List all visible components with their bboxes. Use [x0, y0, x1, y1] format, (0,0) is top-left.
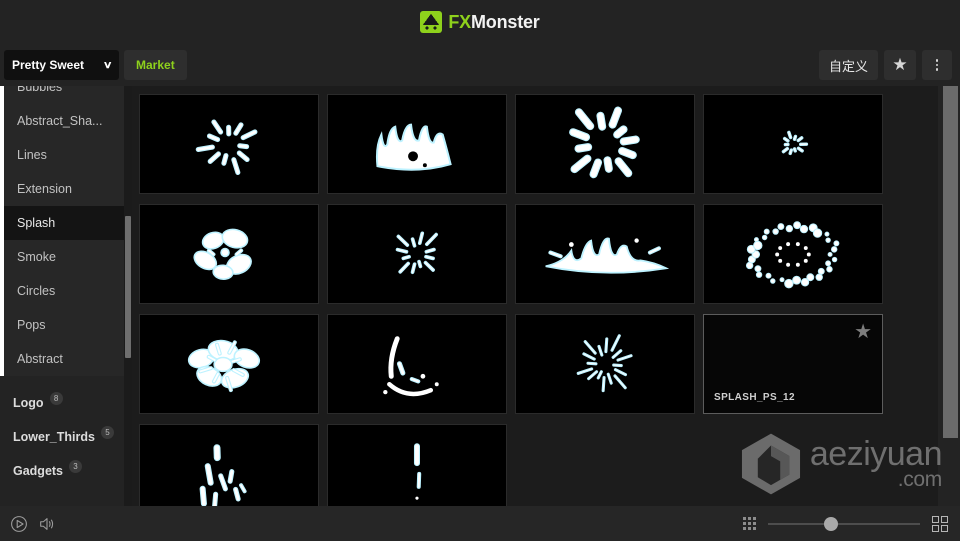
sidebar-subitem-label: Circles: [17, 284, 56, 298]
effect-tile[interactable]: ★ SPLASH_PS_12: [703, 314, 883, 414]
grid-large-icon[interactable]: [932, 515, 948, 532]
sidebar-subitem-label: Abstract_Sha...: [17, 114, 103, 128]
grid-dot: [753, 527, 756, 530]
app-logo: FXMonster: [420, 11, 540, 33]
effect-tile[interactable]: [703, 94, 883, 194]
playback-controls: [0, 515, 56, 533]
effect-tile[interactable]: [327, 424, 507, 506]
market-label: Market: [136, 58, 175, 72]
sidebar-scrollbar-thumb[interactable]: [125, 216, 131, 358]
sidebar: Bubbles Abstract_Sha... Lines Extension Spla…: [0, 86, 132, 506]
grid-dot: [743, 522, 746, 525]
grid-dot: [748, 517, 751, 520]
sidebar-item-gadgets[interactable]: Gadgets 3: [0, 454, 124, 488]
grid-dot: [743, 517, 746, 520]
customize-button[interactable]: 自定义: [818, 50, 878, 80]
title-bar: FXMonster: [0, 0, 960, 44]
thumbnail-size-slider[interactable]: [768, 516, 920, 531]
grid-dot: [748, 522, 751, 525]
sidebar-subitem-extension[interactable]: Extension: [4, 172, 124, 206]
effect-tile[interactable]: [515, 314, 695, 414]
grid-small-icon[interactable]: [743, 517, 756, 530]
grid-cell: [941, 515, 948, 523]
sidebar-scrollbar[interactable]: [124, 86, 132, 506]
sidebar-subitem-lines[interactable]: Lines: [4, 138, 124, 172]
effect-tile[interactable]: [327, 314, 507, 414]
sidebar-item-label: Lower_Thirds: [13, 430, 95, 444]
more-vertical-icon: [935, 59, 939, 62]
customize-label: 自定义: [828, 58, 868, 74]
preset-dropdown[interactable]: Pretty Sweet ∨: [4, 50, 119, 80]
grid-cell: [932, 524, 939, 532]
sidebar-subitem-label: Lines: [17, 148, 47, 162]
sidebar-item-count-badge: 5: [100, 425, 114, 439]
effect-tile[interactable]: [327, 204, 507, 304]
more-vertical-icon: [935, 68, 939, 71]
sidebar-subitem-label: Bubbles: [17, 86, 63, 94]
bottom-bar: [0, 506, 960, 541]
grid-cell: [941, 524, 948, 532]
sidebar-subitem-label: Extension: [17, 182, 72, 196]
brand-monster: Monster: [471, 12, 540, 32]
chevron-down-icon: ∨: [102, 59, 113, 71]
main-scrollbar[interactable]: [938, 86, 960, 506]
grid-cell: [932, 515, 939, 523]
sidebar-subitem-label: Splash: [17, 216, 56, 230]
tile-favorite-star-icon[interactable]: ★: [854, 322, 872, 342]
sidebar-subcategory-group: Bubbles Abstract_Sha... Lines Extension Spla…: [0, 86, 124, 376]
effect-tile[interactable]: [515, 94, 695, 194]
app-title: FXMonster: [448, 13, 539, 31]
sidebar-item-count-badge: 8: [49, 391, 63, 405]
slider-thumb[interactable]: [824, 516, 838, 531]
main-scrollbar-thumb[interactable]: [943, 86, 958, 438]
effects-grid: ★ SPLASH_PS_12: [139, 94, 883, 506]
effect-tile[interactable]: [703, 204, 883, 304]
sidebar-subitem-circles[interactable]: Circles: [4, 274, 124, 308]
sidebar-category-group: Logo 8 Lower_Thirds 5 Gadgets 3: [0, 386, 124, 488]
more-vertical-icon: [935, 63, 939, 67]
monster-m-logo-icon: [420, 11, 443, 33]
grid-dot: [753, 522, 756, 525]
slider-track: [768, 522, 920, 525]
sidebar-subitem-abstract[interactable]: Abstract: [4, 342, 124, 376]
sidebar-item-label: Logo: [13, 396, 44, 410]
sidebar-item-logo[interactable]: Logo 8: [0, 386, 124, 420]
effect-tile[interactable]: [139, 204, 319, 304]
effect-tile[interactable]: [327, 94, 507, 194]
sidebar-subitem-pops[interactable]: Pops: [4, 308, 124, 342]
brand-fx: FX: [448, 12, 471, 32]
sidebar-subitem-label: Smoke: [17, 250, 56, 264]
preset-label: Pretty Sweet: [12, 58, 85, 72]
more-menu-button[interactable]: [922, 50, 952, 80]
effect-tile[interactable]: [139, 94, 319, 194]
effect-tile[interactable]: [515, 204, 695, 304]
favorites-button[interactable]: ★: [884, 50, 916, 80]
effect-tile[interactable]: [139, 314, 319, 414]
sidebar-subitem-abstract-sha[interactable]: Abstract_Sha...: [4, 104, 124, 138]
grid-dot: [743, 527, 746, 530]
play-circle-icon[interactable]: [10, 515, 28, 533]
effect-tile-label: SPLASH_PS_12: [714, 392, 795, 403]
grid-dot: [748, 527, 751, 530]
sidebar-subitem-bubbles[interactable]: Bubbles: [4, 86, 124, 104]
sidebar-item-count-badge: 3: [69, 459, 83, 473]
sidebar-subitem-smoke[interactable]: Smoke: [4, 240, 124, 274]
sidebar-subitem-splash[interactable]: Splash: [4, 206, 124, 240]
sidebar-subitem-label: Pops: [17, 318, 46, 332]
toolbar-right-actions: 自定义 ★: [818, 50, 952, 80]
grid-dot: [753, 517, 756, 520]
sidebar-item-label: Gadgets: [13, 464, 64, 478]
speaker-icon[interactable]: [38, 515, 56, 533]
fxmonster-window: FXMonster Pretty Sweet ∨ Market 自定义 ★ Bu…: [0, 0, 960, 541]
sidebar-item-lower-thirds[interactable]: Lower_Thirds 5: [0, 420, 124, 454]
sidebar-subitem-label: Abstract: [17, 352, 63, 366]
tab-market[interactable]: Market: [124, 50, 187, 80]
toolbar: Pretty Sweet ∨ Market 自定义 ★: [0, 44, 960, 86]
effect-tile[interactable]: [139, 424, 319, 506]
star-icon: ★: [892, 55, 908, 74]
effects-grid-panel: ★ SPLASH_PS_12: [132, 86, 938, 506]
view-controls: [743, 515, 960, 532]
